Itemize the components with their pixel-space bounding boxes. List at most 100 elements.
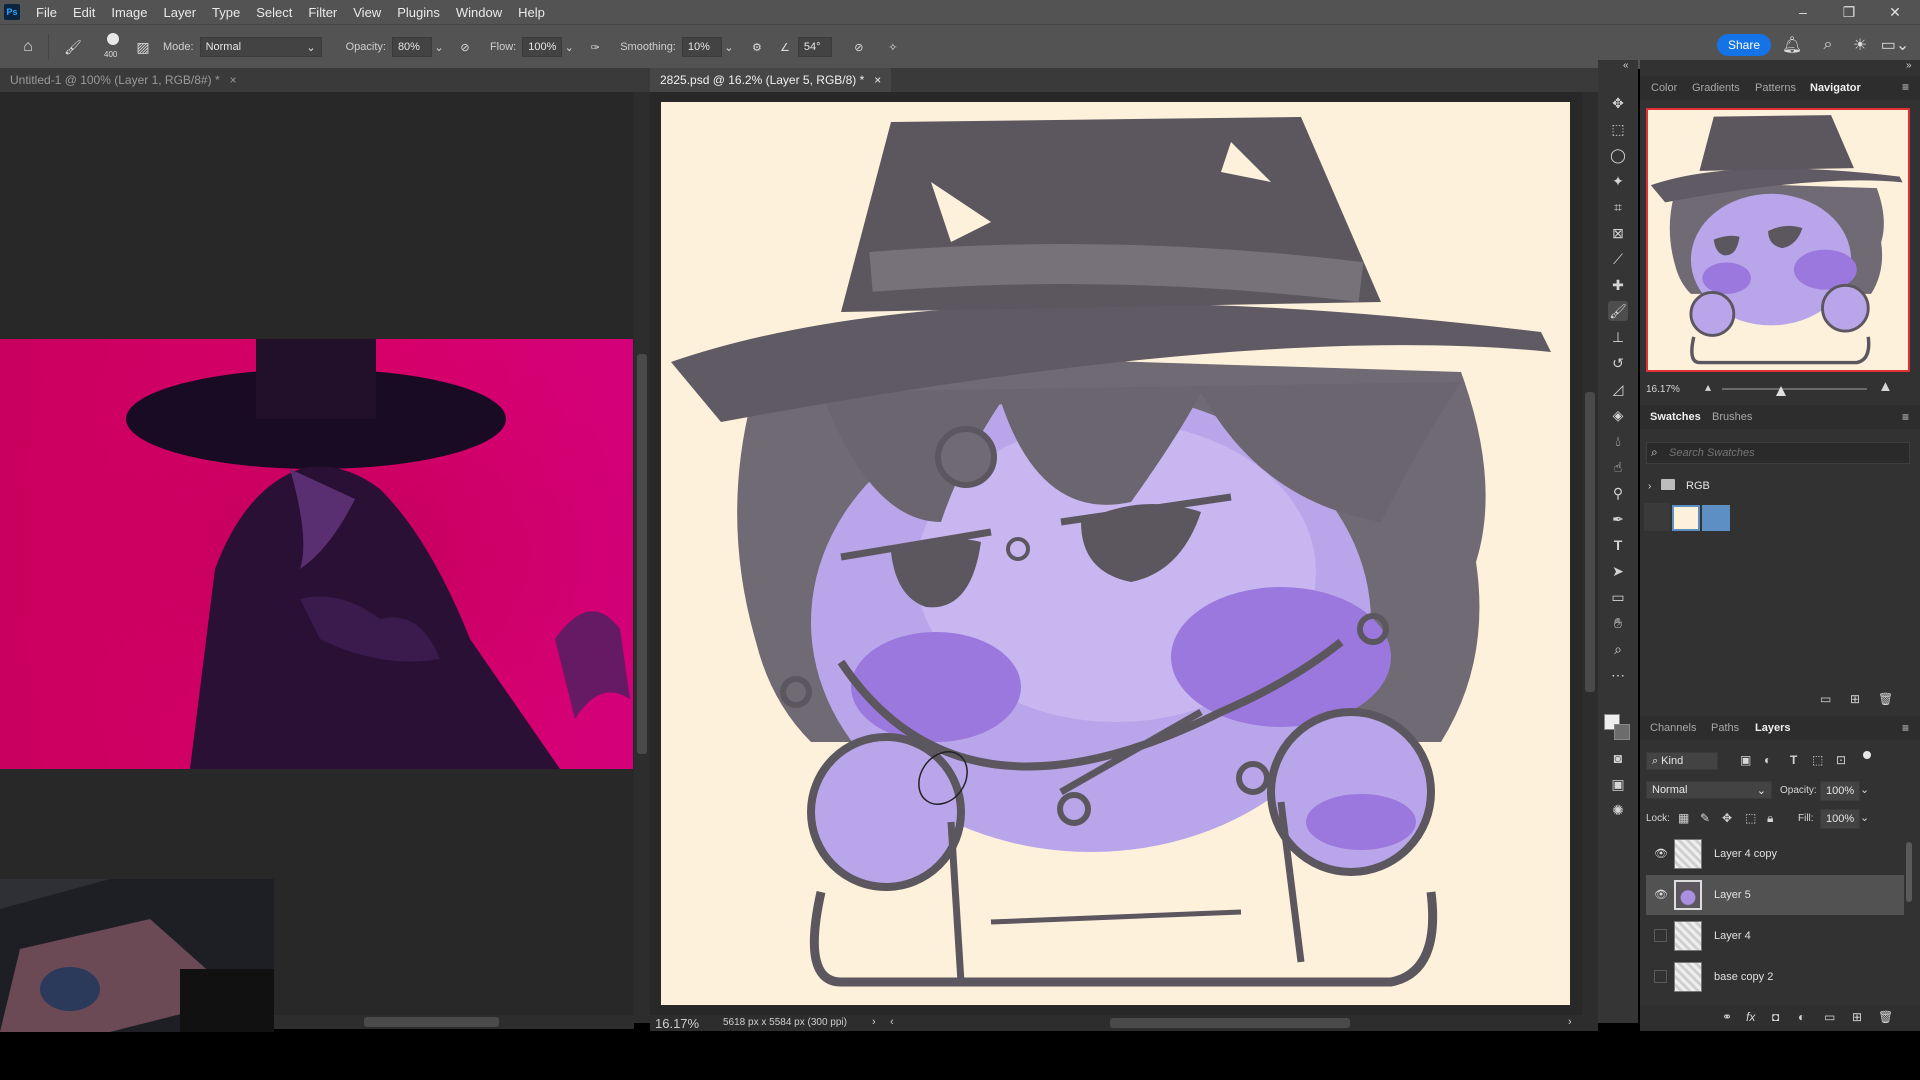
right-vertical-scrollbar[interactable] xyxy=(1582,92,1598,1015)
quick-mask-icon[interactable]: ◙ xyxy=(1608,748,1628,768)
layer-row-layer-5[interactable]: 👁︎ Layer 5 xyxy=(1646,875,1904,915)
pressure-opacity-icon[interactable]: ⊘ xyxy=(454,41,476,54)
stamp-tool-icon[interactable]: ⊥ xyxy=(1608,327,1628,347)
tab-paths[interactable]: Paths xyxy=(1711,722,1739,734)
visibility-toggle-off[interactable] xyxy=(1654,970,1667,983)
filter-toggle-icon[interactable] xyxy=(1863,751,1871,759)
chevron-right-icon[interactable]: › xyxy=(872,1016,876,1028)
collapse-panels-icon[interactable]: « xyxy=(1623,60,1629,71)
tab-close-icon[interactable]: × xyxy=(874,73,881,87)
layers-menu-icon[interactable]: ≡ xyxy=(1902,721,1909,735)
tab-2825-psd[interactable]: 2825.psd @ 16.2% (Layer 5, RGB/8) * × xyxy=(650,68,892,92)
layer-style-icon[interactable]: fx xyxy=(1746,1010,1755,1024)
eye-icon[interactable]: 👁︎ xyxy=(1654,847,1668,861)
layer-name[interactable]: base copy 2 xyxy=(1714,971,1773,983)
chevron-right-icon[interactable]: › xyxy=(1648,481,1651,492)
brush-preset-icon[interactable]: 🖌︎ xyxy=(59,39,87,56)
swatch-cream[interactable] xyxy=(1672,505,1700,531)
adjustment-layer-icon[interactable]: ◐ xyxy=(1798,1010,1805,1024)
flow-input[interactable]: 100% xyxy=(522,37,563,57)
tab-layers[interactable]: Layers xyxy=(1755,722,1790,734)
swatch-group-name[interactable]: RGB xyxy=(1686,480,1710,492)
crop-tool-icon[interactable]: ⌗ xyxy=(1608,197,1628,217)
pressure-size-icon[interactable]: ⊘ xyxy=(848,41,870,54)
screen-mode-icon[interactable]: ▣ xyxy=(1608,774,1628,794)
menu-view[interactable]: View xyxy=(345,5,389,20)
scroll-right-icon[interactable]: › xyxy=(1568,1016,1572,1028)
opacity-chevron-icon[interactable]: ⌄ xyxy=(432,41,446,54)
lasso-tool-icon[interactable]: ◯ xyxy=(1608,145,1628,165)
visibility-toggle-off[interactable] xyxy=(1654,929,1667,942)
zoom-out-icon[interactable]: ▴ xyxy=(1705,380,1711,394)
photoshop-logo-icon[interactable]: Ps xyxy=(4,4,20,20)
frame-tool-icon[interactable]: ⊠ xyxy=(1608,223,1628,243)
zoom-in-icon[interactable]: ▲ xyxy=(1878,378,1893,395)
blend-mode-select[interactable]: Normal ⌄ xyxy=(1646,781,1772,799)
menu-layer[interactable]: Layer xyxy=(156,5,205,20)
document-info[interactable]: 5618 px x 5584 px (300 ppi) xyxy=(723,1017,847,1028)
eraser-tool-icon[interactable]: ◿ xyxy=(1608,379,1628,399)
layer-name[interactable]: Layer 4 copy xyxy=(1714,848,1777,860)
background-color-swatch[interactable] xyxy=(1614,724,1630,740)
lock-position-icon[interactable]: ✥ xyxy=(1722,811,1732,825)
drawing-canvas[interactable] xyxy=(661,102,1570,1005)
eyedropper-tool-icon[interactable]: ⟋ xyxy=(1608,249,1628,269)
layer-row-base-copy-2[interactable]: base copy 2 xyxy=(1646,957,1904,997)
horizontal-scroll-thumb[interactable] xyxy=(1110,1018,1350,1028)
smoothing-input[interactable]: 10% xyxy=(681,37,722,57)
scroll-thumb[interactable] xyxy=(364,1017,499,1027)
restore-button[interactable]: ❐ xyxy=(1826,0,1872,24)
discover-icon[interactable]: ☀ xyxy=(1850,36,1870,54)
opacity-input[interactable]: 80% xyxy=(391,37,432,57)
layer-opacity-input[interactable]: 100% xyxy=(1820,781,1860,801)
brush-tool-icon[interactable]: 🖌︎ xyxy=(1608,301,1628,321)
delete-swatch-icon[interactable]: 🗑︎ xyxy=(1878,692,1893,706)
close-window-button[interactable]: ✕ xyxy=(1872,0,1918,24)
tab-gradients[interactable]: Gradients xyxy=(1692,82,1740,94)
healing-brush-tool-icon[interactable]: ✚ xyxy=(1608,275,1628,295)
search-icon[interactable]: ⌕ xyxy=(1818,36,1838,54)
menu-select[interactable]: Select xyxy=(248,5,300,20)
bell-icon[interactable]: 🔔︎ xyxy=(1782,36,1802,54)
mode-select[interactable]: Normal ⌄ xyxy=(199,37,322,57)
filter-smart-object-icon[interactable]: ⊡ xyxy=(1836,753,1846,767)
smudge-tool-icon[interactable]: ☝︎ xyxy=(1608,457,1628,477)
scroll-thumb[interactable] xyxy=(637,354,647,754)
lock-all-icon[interactable]: 🔒︎ xyxy=(1767,811,1773,826)
lock-transparency-icon[interactable]: ▦ xyxy=(1678,811,1689,825)
smoothing-chevron-icon[interactable]: ⌄ xyxy=(722,41,736,54)
layer-name[interactable]: Layer 4 xyxy=(1714,930,1751,942)
move-tool-icon[interactable]: ✥ xyxy=(1608,93,1628,113)
new-group-icon[interactable]: ▭ xyxy=(1824,1010,1835,1024)
lock-pixels-icon[interactable]: ✎ xyxy=(1700,811,1710,825)
add-mask-icon[interactable]: ◘ xyxy=(1772,1010,1779,1024)
tab-untitled-1[interactable]: Untitled-1 @ 100% (Layer 1, RGB/8#) * × xyxy=(0,68,247,92)
scroll-thumb[interactable] xyxy=(1585,392,1595,692)
home-icon[interactable]: ⌂ xyxy=(18,38,38,56)
delete-layer-icon[interactable]: 🗑︎ xyxy=(1878,1010,1893,1024)
menu-plugins[interactable]: Plugins xyxy=(389,5,448,20)
eye-icon[interactable]: 👁︎ xyxy=(1654,888,1668,902)
symmetry-icon[interactable]: ✧ xyxy=(882,41,904,54)
lock-artboard-icon[interactable]: ⬚ xyxy=(1745,811,1756,825)
rectangle-tool-icon[interactable]: ▭ xyxy=(1608,587,1628,607)
tab-navigator[interactable]: Navigator xyxy=(1810,82,1861,94)
minimize-button[interactable]: – xyxy=(1780,0,1826,24)
new-layer-icon[interactable]: ⊞ xyxy=(1852,1010,1862,1024)
new-swatch-group-icon[interactable]: ▭ xyxy=(1820,692,1831,706)
menu-window[interactable]: Window xyxy=(448,5,510,20)
fill-input[interactable]: 100% xyxy=(1820,809,1860,829)
paint-bucket-tool-icon[interactable]: ◈ xyxy=(1608,405,1628,425)
angle-input[interactable]: 54° xyxy=(797,37,832,57)
history-brush-tool-icon[interactable]: ↺ xyxy=(1608,353,1628,373)
menu-file[interactable]: File xyxy=(28,5,65,20)
tab-patterns[interactable]: Patterns xyxy=(1755,82,1796,94)
blur-tool-icon[interactable]: 💧︎ xyxy=(1608,431,1628,451)
brush-settings-icon[interactable]: ▨ xyxy=(133,39,153,56)
menu-filter[interactable]: Filter xyxy=(300,5,345,20)
smoothing-options-gear-icon[interactable]: ⚙ xyxy=(746,41,768,54)
layers-scrollbar-thumb[interactable] xyxy=(1906,842,1912,902)
share-button[interactable]: Share xyxy=(1717,34,1771,56)
filter-shape-icon[interactable]: ⬚ xyxy=(1812,753,1823,767)
menu-type[interactable]: Type xyxy=(204,5,248,20)
